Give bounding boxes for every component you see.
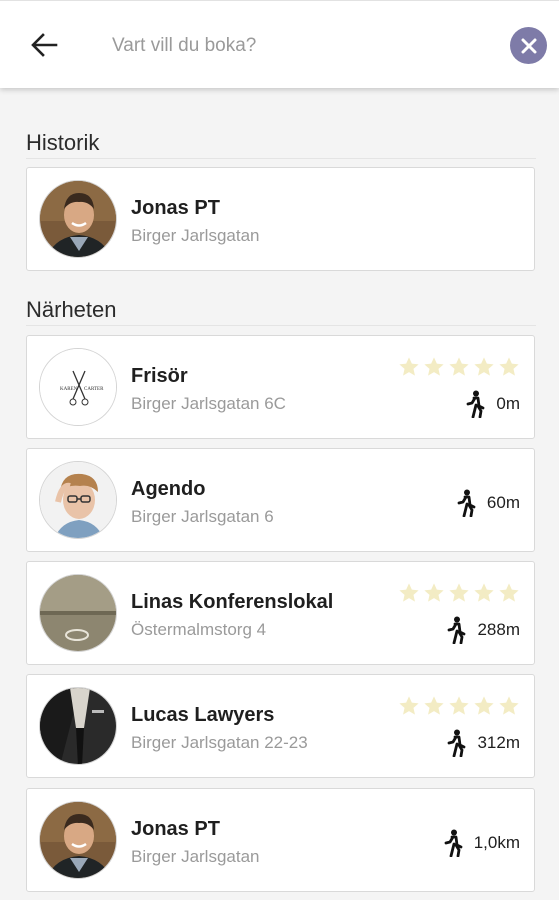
card-name: Jonas PT bbox=[131, 818, 220, 840]
close-icon bbox=[521, 38, 536, 53]
nearby-item[interactable]: Jonas PT Birger Jarlsgatan 1,0km bbox=[26, 788, 535, 892]
star-icon bbox=[499, 583, 519, 602]
distance-value: 0m bbox=[496, 394, 520, 413]
section-divider bbox=[26, 158, 536, 159]
card-name: Lucas Lawyers bbox=[131, 704, 275, 726]
distance-value: 288m bbox=[477, 620, 520, 639]
nearby-item[interactable]: Lucas Lawyers Birger Jarlsgatan 22-23 31… bbox=[26, 674, 535, 778]
star-icon bbox=[474, 583, 494, 602]
avatar bbox=[39, 687, 117, 765]
nearby-item[interactable]: Linas Konferenslokal Östermalmstorg 4 28… bbox=[26, 561, 535, 665]
card-name: Frisör bbox=[131, 365, 188, 387]
distance: 312m bbox=[445, 729, 520, 757]
back-button[interactable] bbox=[22, 25, 66, 65]
card-address: Birger Jarlsgatan bbox=[131, 847, 260, 866]
logo-text-left: KAREN bbox=[60, 387, 78, 392]
distance: 288m bbox=[445, 616, 520, 644]
avatar bbox=[39, 461, 117, 539]
star-icon bbox=[399, 696, 419, 715]
star-icon bbox=[449, 357, 469, 376]
star-icon bbox=[499, 696, 519, 715]
rating-stars bbox=[398, 695, 520, 717]
star-icon bbox=[399, 357, 419, 376]
star-icon bbox=[474, 696, 494, 715]
card-address: Birger Jarlsgatan 22-23 bbox=[131, 733, 308, 752]
star-icon bbox=[424, 696, 444, 715]
walking-person-icon bbox=[457, 489, 476, 517]
star-icon bbox=[424, 583, 444, 602]
rating-stars bbox=[398, 356, 520, 378]
walking-person-icon bbox=[448, 616, 466, 644]
card-name: Agendo bbox=[131, 478, 206, 500]
star-icon bbox=[449, 696, 469, 715]
history-item[interactable]: Jonas PT Birger Jarlsgatan bbox=[26, 167, 535, 271]
distance-value: 312m bbox=[477, 733, 520, 752]
distance-value: 1,0km bbox=[473, 833, 520, 852]
card-address: Östermalmstorg 4 bbox=[131, 620, 267, 639]
avatar: KAREN CARTER bbox=[39, 348, 117, 426]
star-icon bbox=[449, 583, 469, 602]
card-address: Birger Jarlsgatan 6 bbox=[131, 507, 274, 526]
logo-text-right: CARTER bbox=[84, 387, 104, 392]
clear-search-button[interactable] bbox=[510, 27, 547, 64]
section-title-nearby: Närheten bbox=[26, 297, 117, 322]
card-address: Birger Jarlsgatan 6C bbox=[131, 394, 286, 413]
distance-value: 60m bbox=[486, 493, 520, 512]
nearby-item[interactable]: KAREN CARTER Frisör Birger Jarlsgatan 6C… bbox=[26, 335, 535, 439]
walking-person-icon bbox=[466, 390, 485, 418]
walking-person-icon bbox=[444, 829, 463, 857]
avatar bbox=[39, 801, 117, 879]
card-address: Birger Jarlsgatan bbox=[131, 226, 260, 245]
search-input[interactable] bbox=[112, 29, 492, 63]
nearby-item[interactable]: Agendo Birger Jarlsgatan 6 60m bbox=[26, 448, 535, 552]
star-icon bbox=[499, 357, 519, 376]
distance: 60m bbox=[455, 489, 520, 517]
card-name: Linas Konferenslokal bbox=[131, 591, 334, 613]
card-name: Jonas PT bbox=[131, 197, 220, 219]
star-icon bbox=[399, 583, 419, 602]
rating-stars bbox=[398, 582, 520, 604]
avatar bbox=[39, 574, 117, 652]
section-divider bbox=[26, 325, 536, 326]
arrow-left-icon bbox=[31, 33, 58, 57]
top-bar bbox=[0, 0, 559, 88]
star-icon bbox=[424, 357, 444, 376]
distance: 0m bbox=[464, 390, 520, 418]
section-title-history: Historik bbox=[26, 130, 100, 155]
star-icon bbox=[474, 357, 494, 376]
avatar bbox=[39, 180, 117, 258]
distance: 1,0km bbox=[442, 829, 520, 857]
walking-person-icon bbox=[448, 729, 466, 757]
